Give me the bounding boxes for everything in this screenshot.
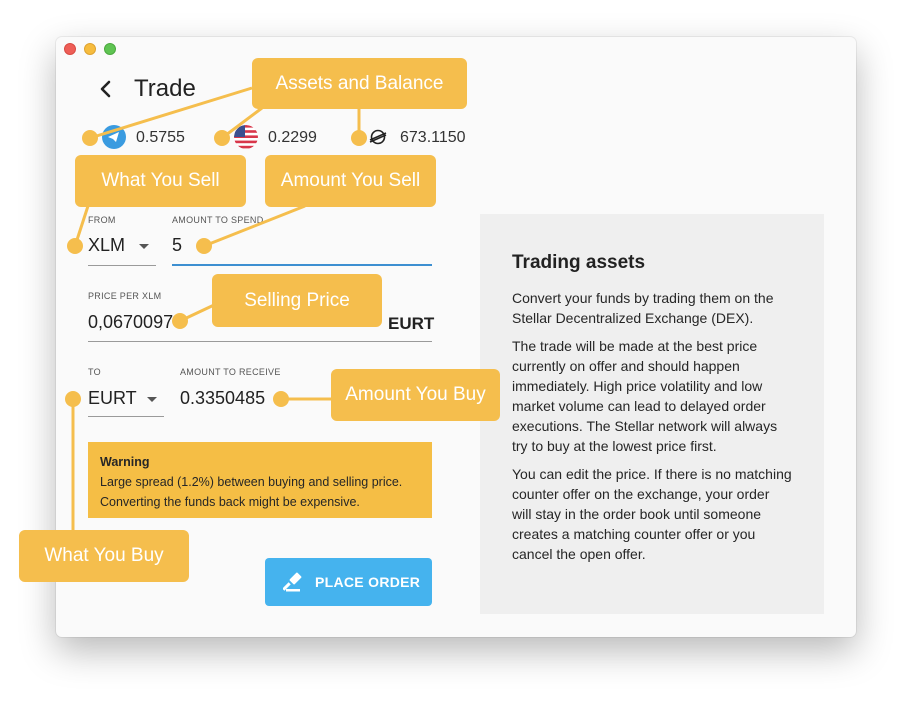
callout-selling-price: Selling Price (212, 274, 382, 327)
balance-value: 0.5755 (136, 129, 185, 146)
back-arrow-icon[interactable] (98, 77, 114, 101)
place-order-label: PLACE ORDER (315, 574, 421, 590)
balance-value: 673.1150 (400, 129, 466, 146)
callout-dot (82, 130, 98, 146)
to-asset-select[interactable]: EURT (88, 388, 137, 409)
callout-amount-you-buy: Amount You Buy (331, 369, 500, 421)
info-paragraph: You can edit the price. If there is no m… (512, 466, 792, 562)
amount-to-receive-value: 0.3350485 (180, 388, 266, 408)
amount-to-spend-input[interactable]: 5 (172, 235, 182, 256)
from-label: FROM (88, 215, 116, 225)
warning-line: Converting the funds back might be expen… (100, 495, 360, 509)
price-underline (88, 341, 432, 342)
callout-dot (273, 391, 289, 407)
warning-title: Warning (100, 455, 150, 469)
balance-value: 0.2299 (268, 129, 317, 146)
callout-dot (214, 130, 230, 146)
price-unit: EURT (388, 314, 435, 333)
to-label: TO (88, 367, 101, 377)
stellar-icon (368, 127, 388, 147)
amount-to-spend-label: AMOUNT TO SPEND (172, 215, 264, 225)
callout-dot (65, 391, 81, 407)
chevron-down-icon[interactable] (139, 244, 149, 249)
price-input[interactable]: 0,0670097 (88, 312, 173, 333)
from-asset-select[interactable]: XLM (88, 235, 125, 256)
close-window-button[interactable] (64, 43, 76, 55)
callout-dot (67, 238, 83, 254)
gavel-icon (283, 571, 305, 593)
callout-dot (172, 313, 188, 329)
minimize-window-button[interactable] (84, 43, 96, 55)
spread-warning: Warning Large spread (1.2%) between buyi… (88, 442, 432, 518)
callout-what-you-buy: What You Buy (19, 530, 189, 582)
chevron-down-icon[interactable] (147, 397, 157, 402)
to-underline (88, 416, 164, 417)
callout-amount-you-sell: Amount You Sell (265, 155, 436, 207)
warning-line: Large spread (1.2%) between buying and s… (100, 475, 403, 489)
callout-dot (196, 238, 212, 254)
page-title: Trade (134, 75, 196, 102)
place-order-button[interactable]: PLACE ORDER (265, 558, 432, 606)
amount-to-receive-label: AMOUNT TO RECEIVE (180, 367, 281, 377)
callout-what-you-sell: What You Sell (75, 155, 246, 207)
info-panel: Trading assets Convert your funds by tra… (480, 214, 824, 614)
telegram-coin-icon (102, 125, 126, 149)
maximize-window-button[interactable] (104, 43, 116, 55)
callout-dot (351, 130, 367, 146)
info-title: Trading assets (512, 252, 646, 273)
us-flag-icon (234, 125, 258, 149)
info-paragraph: Convert your funds by trading them on th… (512, 290, 774, 326)
amount-active-underline (172, 264, 432, 266)
price-label: PRICE PER XLM (88, 291, 162, 301)
title-bar (56, 37, 856, 59)
info-paragraph: The trade will be made at the best price… (512, 338, 778, 454)
from-underline (88, 265, 156, 266)
callout-assets-and-balance: Assets and Balance (252, 58, 467, 109)
